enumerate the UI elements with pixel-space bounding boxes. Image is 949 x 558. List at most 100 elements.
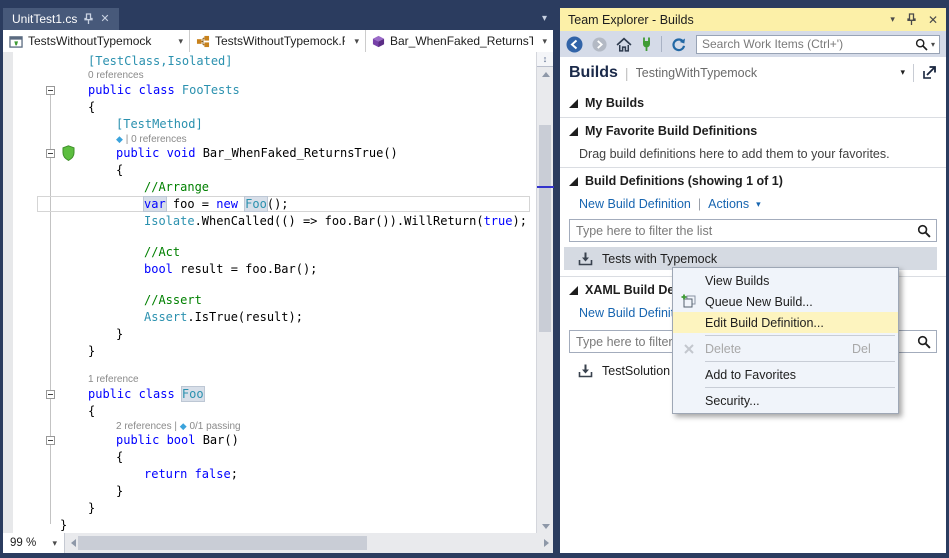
code-token[interactable]: 0 references	[88, 70, 144, 81]
fold-collapse-box[interactable]	[46, 149, 55, 158]
test-status-diamond-icon[interactable]: ◆	[180, 421, 187, 431]
code-line[interactable]: [TestClass,Isolated]	[3, 53, 536, 70]
filter-input[interactable]	[570, 224, 917, 238]
plug-icon[interactable]	[641, 37, 652, 52]
code-token: }	[88, 501, 95, 515]
menu-item-label: Security...	[705, 394, 852, 408]
code-line[interactable]: }	[3, 500, 536, 517]
menu-item-add-to-favorites[interactable]: Add to Favorites	[673, 364, 898, 385]
section-expander-icon[interactable]	[569, 127, 578, 136]
codelens-line[interactable]: 1 reference	[3, 374, 536, 386]
code-line[interactable]: {	[3, 162, 536, 179]
forward-button[interactable]	[592, 37, 607, 52]
editor-pane: UnitTest1.cs ✕ ▾ TestsWithoutTypemock ▾	[3, 8, 553, 553]
close-icon[interactable]: ✕	[100, 14, 109, 25]
project-dropdown[interactable]: TestsWithoutTypemock ▾	[3, 30, 190, 52]
search-icon[interactable]	[915, 38, 928, 51]
document-list-caret-icon[interactable]: ▾	[542, 13, 547, 24]
menu-item-label: Edit Build Definition...	[705, 316, 852, 330]
code-line[interactable]: Isolate.WhenCalled(() => foo.Bar()).Will…	[3, 213, 536, 230]
codelens-line[interactable]: 0 references	[3, 70, 536, 82]
section-header-favorites[interactable]: My Favorite Build Definitions	[569, 124, 937, 138]
caret-position-marker	[537, 186, 554, 188]
code-line[interactable]: Assert.IsTrue(result);	[3, 309, 536, 326]
test-status-diamond-icon[interactable]: ◆	[116, 134, 123, 144]
code-token[interactable]: 2 references |	[116, 421, 180, 432]
menu-item-view-builds[interactable]: View Builds	[673, 270, 898, 291]
undock-icon[interactable]	[922, 65, 937, 80]
new-build-definition-link[interactable]: New Build Definition	[579, 197, 691, 211]
search-input[interactable]	[697, 37, 915, 51]
horizontal-scrollbar-thumb[interactable]	[78, 536, 367, 550]
pages-caret-icon[interactable]: ▾	[900, 67, 905, 78]
scroll-down-arrow-icon[interactable]	[542, 524, 550, 529]
section-header-build-definitions[interactable]: Build Definitions (showing 1 of 1)	[569, 174, 937, 188]
fold-collapse-box[interactable]	[46, 86, 55, 95]
vertical-scrollbar-thumb[interactable]	[539, 125, 551, 332]
scroll-left-arrow-icon[interactable]	[71, 539, 76, 547]
toolbar-separator	[661, 36, 662, 52]
code-line[interactable]: }	[3, 343, 536, 360]
member-dropdown[interactable]: Bar_WhenFaked_ReturnsTru ▾	[366, 30, 553, 52]
code-line[interactable]: bool result = foo.Bar();	[3, 261, 536, 278]
code-line[interactable]: public class FooTests	[3, 82, 536, 99]
code-token: foo =	[166, 197, 217, 211]
fold-collapse-box[interactable]	[46, 390, 55, 399]
scroll-up-arrow-icon[interactable]	[542, 72, 550, 77]
code-line[interactable]: public bool Bar()	[3, 432, 536, 449]
header-divider	[913, 64, 914, 82]
code-line[interactable]: //Assert	[3, 292, 536, 309]
section-expander-icon[interactable]	[569, 99, 578, 108]
code-line[interactable]: public void Bar_WhenFaked_ReturnsTrue()	[3, 145, 536, 162]
code-line[interactable]: }	[3, 483, 536, 500]
search-options-caret-icon[interactable]: ▾	[931, 40, 935, 49]
typemock-shield-icon	[61, 145, 76, 161]
splitter-handle-icon[interactable]: ↕	[537, 52, 553, 67]
code-line[interactable]: {	[3, 99, 536, 116]
code-token[interactable]: | 0 references	[123, 134, 187, 145]
search-icon[interactable]	[917, 335, 931, 349]
code-token[interactable]: 1 reference	[88, 374, 139, 385]
code-editor[interactable]: [TestClass,Isolated]0 referencespublic c…	[3, 52, 536, 533]
window-menu-caret-icon[interactable]: ▾	[890, 14, 895, 25]
vertical-scrollbar[interactable]: ↕	[536, 52, 553, 533]
code-line[interactable]: return false;	[3, 466, 536, 483]
menu-item-edit-build-definition[interactable]: Edit Build Definition...	[673, 312, 898, 333]
team-explorer-page-header: Builds | TestingWithTypemock ▾	[560, 57, 946, 88]
class-dropdown[interactable]: TestsWithoutTypemock.Fo ▾	[190, 30, 366, 52]
build-definition-icon	[578, 364, 593, 378]
code-line[interactable]: //Act	[3, 244, 536, 261]
back-button[interactable]	[566, 36, 583, 53]
actions-link[interactable]: Actions	[708, 197, 749, 211]
class-name: TestsWithoutTypemock.Fo	[215, 34, 345, 48]
chevron-down-icon: ▾	[174, 36, 183, 47]
document-tab[interactable]: UnitTest1.cs ✕	[3, 8, 119, 30]
fold-collapse-box[interactable]	[46, 436, 55, 445]
code-line[interactable]: //Arrange	[3, 179, 536, 196]
section-expander-icon[interactable]	[569, 286, 578, 295]
pin-icon[interactable]	[907, 13, 916, 26]
home-button[interactable]	[616, 37, 632, 52]
queue-build-icon	[673, 294, 705, 309]
actions-caret-icon[interactable]: ▾	[756, 199, 761, 210]
codelens-line[interactable]: 2 references | ◆ 0/1 passing	[3, 420, 536, 432]
refresh-button[interactable]	[671, 37, 686, 52]
code-line[interactable]: [TestMethod]	[3, 116, 536, 133]
code-token[interactable]: 0/1 passing	[187, 421, 241, 432]
code-line[interactable]: }	[3, 517, 536, 533]
code-line[interactable]: }	[3, 326, 536, 343]
search-icon[interactable]	[917, 224, 931, 238]
menu-item-queue-new-build[interactable]: Queue New Build...	[673, 291, 898, 312]
codelens-line[interactable]: ◆ | 0 references	[3, 133, 536, 145]
close-icon[interactable]: ✕	[928, 13, 938, 27]
zoom-control[interactable]: 99 % ▾	[3, 533, 65, 553]
code-line[interactable]: public class Foo	[3, 386, 536, 403]
code-line[interactable]: var foo = new Foo();	[3, 196, 536, 213]
section-header-my-builds[interactable]: My Builds	[569, 96, 937, 110]
section-expander-icon[interactable]	[569, 177, 578, 186]
code-line[interactable]: {	[3, 403, 536, 420]
pin-icon[interactable]	[84, 13, 93, 25]
scroll-right-arrow-icon[interactable]	[544, 539, 549, 547]
code-line[interactable]: {	[3, 449, 536, 466]
menu-item-security[interactable]: Security...	[673, 390, 898, 411]
